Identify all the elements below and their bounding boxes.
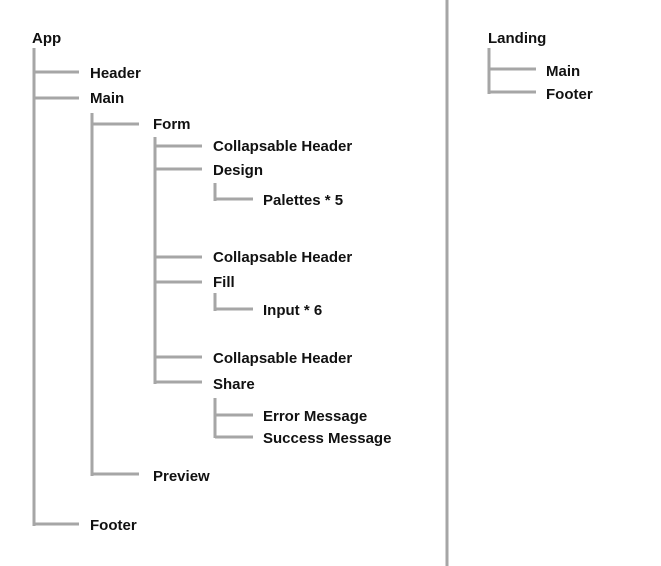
node-landing-main: Main bbox=[546, 63, 580, 80]
node-palettes: Palettes * 5 bbox=[263, 192, 343, 209]
component-tree-diagram: App Header Main Form Collapsable Header … bbox=[32, 0, 593, 566]
node-collapsable-header-1: Collapsable Header bbox=[213, 138, 352, 155]
app-tree-labels: App Header Main Form Collapsable Header … bbox=[32, 30, 391, 534]
node-main: Main bbox=[90, 90, 124, 107]
node-error-message: Error Message bbox=[263, 408, 367, 425]
node-share: Share bbox=[213, 376, 255, 393]
node-design: Design bbox=[213, 162, 263, 179]
node-app: App bbox=[32, 30, 61, 47]
node-header: Header bbox=[90, 65, 141, 82]
node-success-message: Success Message bbox=[263, 430, 391, 447]
node-collapsable-header-3: Collapsable Header bbox=[213, 350, 352, 367]
node-footer: Footer bbox=[90, 517, 137, 534]
node-preview: Preview bbox=[153, 468, 210, 485]
node-landing-footer: Footer bbox=[546, 86, 593, 103]
node-collapsable-header-2: Collapsable Header bbox=[213, 249, 352, 266]
node-input: Input * 6 bbox=[263, 302, 322, 319]
landing-tree-connectors bbox=[487, 48, 536, 94]
node-fill: Fill bbox=[213, 274, 235, 291]
node-form: Form bbox=[153, 116, 191, 133]
node-landing: Landing bbox=[488, 30, 546, 47]
